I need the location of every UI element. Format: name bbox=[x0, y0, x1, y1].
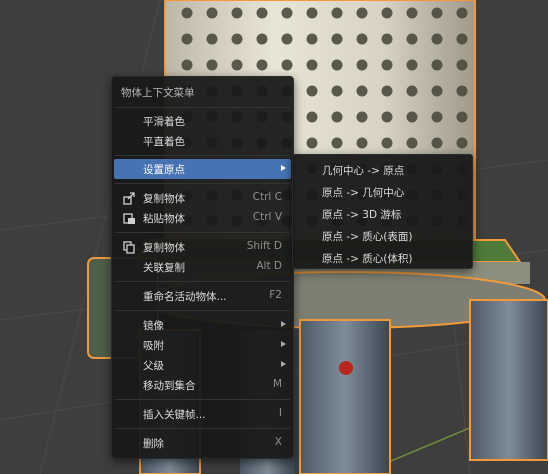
submenu-arrow-icon bbox=[281, 321, 286, 327]
origin-to-center-of-mass-volume-item[interactable]: 原点 -> 质心(体积) bbox=[322, 251, 412, 266]
submenu-arrow-icon bbox=[281, 341, 286, 347]
rename-active-label: 重命名活动物体... bbox=[143, 291, 227, 303]
paste-icon bbox=[123, 213, 135, 224]
separator bbox=[115, 399, 290, 400]
smooth-shading-label: 平滑着色 bbox=[143, 116, 185, 128]
insert-keyframe-shortcut: I bbox=[278, 407, 282, 419]
set-origin-item[interactable]: 设置原点 bbox=[114, 159, 291, 179]
paste-objects-item[interactable]: 粘贴物体 Ctrl V bbox=[114, 208, 291, 228]
separator bbox=[115, 183, 290, 184]
snap-label: 吸附 bbox=[143, 340, 164, 352]
smooth-shading-item[interactable]: 平滑着色 bbox=[114, 111, 291, 131]
separator bbox=[115, 232, 290, 233]
move-to-collection-item[interactable]: 移动到集合 M bbox=[114, 375, 291, 395]
duplicate-linked-shortcut: Alt D bbox=[256, 260, 282, 272]
separator bbox=[115, 281, 290, 282]
insert-keyframe-item[interactable]: 插入关键帧... I bbox=[114, 404, 291, 424]
insert-keyframe-label: 插入关键帧... bbox=[143, 409, 206, 421]
rename-active-item[interactable]: 重命名活动物体... F2 bbox=[114, 286, 291, 306]
origin-to-3d-cursor-item[interactable]: 原点 -> 3D 游标 bbox=[322, 207, 401, 222]
flat-shading-item[interactable]: 平直着色 bbox=[114, 131, 291, 151]
origin-to-center-of-mass-surface-item[interactable]: 原点 -> 质心(表面) bbox=[322, 229, 412, 244]
flat-shading-label: 平直着色 bbox=[143, 136, 185, 148]
snap-item[interactable]: 吸附 bbox=[114, 335, 291, 355]
delete-label: 删除 bbox=[143, 438, 164, 450]
mirror-item[interactable]: 镜像 bbox=[114, 315, 291, 335]
copy-objects-shortcut: Ctrl C bbox=[252, 191, 282, 203]
delete-shortcut: X bbox=[274, 436, 282, 448]
duplicate-objects-label: 复制物体 bbox=[143, 242, 185, 254]
separator bbox=[115, 310, 290, 311]
origin-to-geometry-item[interactable]: 原点 -> 几何中心 bbox=[322, 185, 404, 200]
separator bbox=[115, 155, 290, 156]
mirror-label: 镜像 bbox=[143, 320, 164, 332]
duplicate-objects-item[interactable]: 复制物体 Shift D bbox=[114, 237, 291, 257]
set-origin-label: 设置原点 bbox=[143, 164, 185, 176]
copy-icon bbox=[123, 192, 135, 205]
copy-objects-label: 复制物体 bbox=[143, 193, 185, 205]
duplicate-linked-item[interactable]: 关联复制 Alt D bbox=[114, 257, 291, 277]
delete-item[interactable]: 删除 X bbox=[114, 433, 291, 453]
duplicate-icon bbox=[123, 241, 135, 254]
parent-item[interactable]: 父级 bbox=[114, 355, 291, 375]
copy-objects-item[interactable]: 复制物体 Ctrl C bbox=[114, 188, 291, 208]
parent-label: 父级 bbox=[143, 360, 164, 372]
separator bbox=[115, 107, 290, 108]
duplicate-objects-shortcut: Shift D bbox=[246, 240, 282, 252]
set-origin-submenu: 几何中心 -> 原点 原点 -> 几何中心 原点 -> 3D 游标 原点 -> … bbox=[292, 154, 473, 269]
separator bbox=[115, 428, 290, 429]
move-to-collection-label: 移动到集合 bbox=[143, 380, 196, 392]
submenu-arrow-icon bbox=[281, 165, 286, 171]
paste-objects-label: 粘贴物体 bbox=[143, 213, 185, 225]
geometry-to-origin-item[interactable]: 几何中心 -> 原点 bbox=[322, 163, 404, 178]
duplicate-linked-label: 关联复制 bbox=[143, 262, 185, 274]
object-context-menu: 物体上下文菜单 平滑着色 平直着色 设置原点 复制物体 Ctrl C 粘贴物体 … bbox=[111, 76, 294, 459]
move-to-collection-shortcut: M bbox=[272, 378, 282, 390]
paste-objects-shortcut: Ctrl V bbox=[252, 211, 282, 223]
menu-title: 物体上下文菜单 bbox=[121, 87, 195, 99]
submenu-arrow-icon bbox=[281, 361, 286, 367]
rename-active-shortcut: F2 bbox=[269, 289, 282, 301]
